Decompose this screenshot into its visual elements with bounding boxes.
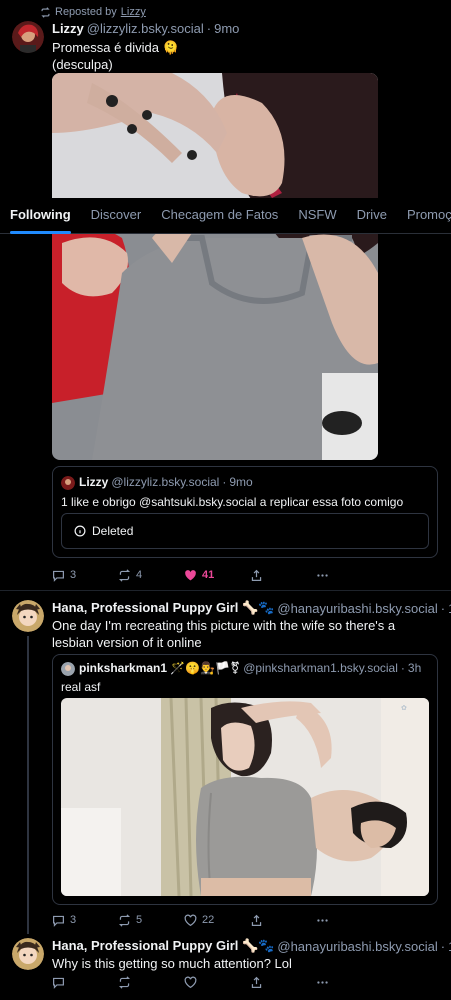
tab-discover[interactable]: Discover [81, 198, 152, 234]
reply-button[interactable]: 3 [52, 914, 118, 927]
more-icon [317, 918, 328, 922]
post-header: Lizzy @lizzyliz.bsky.social · 9mo [52, 21, 240, 36]
repost-indicator[interactable]: Reposted by Lizzy [40, 6, 146, 18]
like-count: 41 [202, 569, 215, 581]
like-button[interactable]: 41 [184, 569, 250, 582]
quote-time: 9mo [229, 475, 253, 489]
like-button[interactable]: 22 [184, 914, 250, 927]
avatar[interactable] [12, 938, 44, 970]
like-button[interactable] [184, 976, 250, 989]
feed-tabs: Following Discover Checagem de Fatos NSF… [0, 198, 451, 234]
heart-icon [184, 976, 197, 988]
post-text: One day I'm recreating this picture with… [52, 618, 396, 650]
quote-header: Lizzy @lizzyliz.bsky.social · 9mo [79, 475, 253, 489]
repost-count: 5 [136, 914, 143, 926]
deleted-notice: Deleted [61, 513, 429, 549]
author-handle[interactable]: @hanayuribashi.bsky.social [277, 601, 437, 616]
quote-card[interactable]: pinksharkman1 🪄🤫👨‍⚖️🏳️⚧ @pinksharkman1.b… [52, 654, 438, 905]
post-actions [52, 974, 382, 990]
quote-author-handle: @lizzyliz.bsky.social [111, 475, 220, 489]
quote-avatar [61, 662, 75, 676]
tab-nsfw[interactable]: NSFW [288, 198, 346, 234]
quote-card[interactable]: Lizzy @lizzyliz.bsky.social · 9mo 1 like… [52, 466, 438, 558]
thread-line [27, 636, 29, 934]
more-icon [317, 980, 328, 984]
quote-text: real asf [61, 680, 101, 694]
tab-following[interactable]: Following [0, 198, 81, 234]
repost-by-link[interactable]: Lizzy [121, 6, 146, 18]
quote-time: 3h [407, 661, 422, 675]
deleted-label: Deleted [92, 524, 134, 538]
tab-checagem-de-fatos[interactable]: Checagem de Fatos [151, 198, 288, 234]
share-button[interactable] [250, 914, 316, 927]
post-text-line: (desculpa) [52, 57, 113, 72]
avatar[interactable] [12, 21, 44, 53]
post-text: Promessa é divida 🫠 (desculpa) [52, 39, 179, 73]
reply-count: 3 [70, 914, 77, 926]
author-handle[interactable]: @lizzyliz.bsky.social [87, 21, 204, 36]
reply-count: 3 [70, 569, 77, 581]
author-name[interactable]: Hana, Professional Puppy Girl 🦴🐾 [52, 938, 274, 954]
repost-button[interactable]: 4 [118, 568, 184, 582]
post-divider [0, 590, 451, 591]
post-header: Hana, Professional Puppy Girl 🦴🐾 @hanayu… [52, 938, 451, 954]
post-time[interactable]: 9mo [214, 21, 239, 36]
heart-icon [184, 914, 197, 926]
more-icon [317, 573, 328, 577]
quote-author-name: pinksharkman1 🪄🤫👨‍⚖️🏳️⚧ [79, 661, 241, 675]
reply-button[interactable] [52, 976, 118, 989]
quote-author-handle: @pinksharkman1.bsky.social [243, 661, 398, 675]
repost-button[interactable]: 5 [118, 913, 184, 927]
quote-image[interactable]: ✿ [61, 698, 429, 896]
like-count: 22 [202, 914, 215, 926]
repost-icon [118, 568, 131, 582]
tab-promocoes[interactable]: Promoções [397, 198, 451, 234]
avatar[interactable] [12, 600, 44, 632]
post-text: Why is this getting so much attention? L… [52, 956, 292, 971]
info-icon [74, 525, 86, 537]
repost-button[interactable] [118, 975, 184, 989]
reply-icon [53, 915, 64, 927]
post-actions: 3 5 22 [52, 912, 382, 928]
post-header: Hana, Professional Puppy Girl 🦴🐾 @hanayu… [52, 600, 451, 616]
repost-icon [41, 6, 50, 18]
repost-icon [118, 913, 131, 927]
quote-author-name: Lizzy [79, 475, 109, 489]
share-icon [251, 569, 262, 581]
repost-icon [118, 975, 131, 989]
share-icon [251, 914, 262, 926]
feed: Reposted by Lizzy Lizzy @lizzyliz.bsky.s… [0, 0, 451, 1000]
reply-button[interactable]: 3 [52, 569, 118, 582]
author-handle[interactable]: @hanayuribashi.bsky.social [277, 939, 437, 954]
reply-icon [53, 570, 64, 582]
author-name[interactable]: Lizzy [52, 21, 84, 36]
post-image[interactable] [52, 73, 378, 460]
quote-header: pinksharkman1 🪄🤫👨‍⚖️🏳️⚧ @pinksharkman1.b… [79, 661, 422, 675]
heart-filled-icon [185, 569, 196, 580]
author-name[interactable]: Hana, Professional Puppy Girl 🦴🐾 [52, 600, 274, 616]
quote-text: 1 like e obrigo @sahtsuki.bsky.social a … [61, 495, 404, 509]
post-text-line: Promessa é divida 🫠 [52, 40, 179, 55]
more-button[interactable] [316, 914, 382, 927]
share-button[interactable] [250, 569, 316, 582]
more-button[interactable] [316, 976, 382, 989]
tab-drive[interactable]: Drive [347, 198, 397, 234]
repost-count: 4 [136, 569, 143, 581]
repost-prefix: Reposted by [55, 6, 117, 18]
reply-icon [53, 977, 64, 989]
quote-avatar [61, 476, 75, 490]
watermark-logo: ✿ [401, 705, 407, 712]
share-button[interactable] [250, 976, 316, 989]
post-actions: 3 4 41 [52, 567, 382, 583]
share-icon [251, 976, 262, 988]
more-button[interactable] [316, 569, 382, 582]
